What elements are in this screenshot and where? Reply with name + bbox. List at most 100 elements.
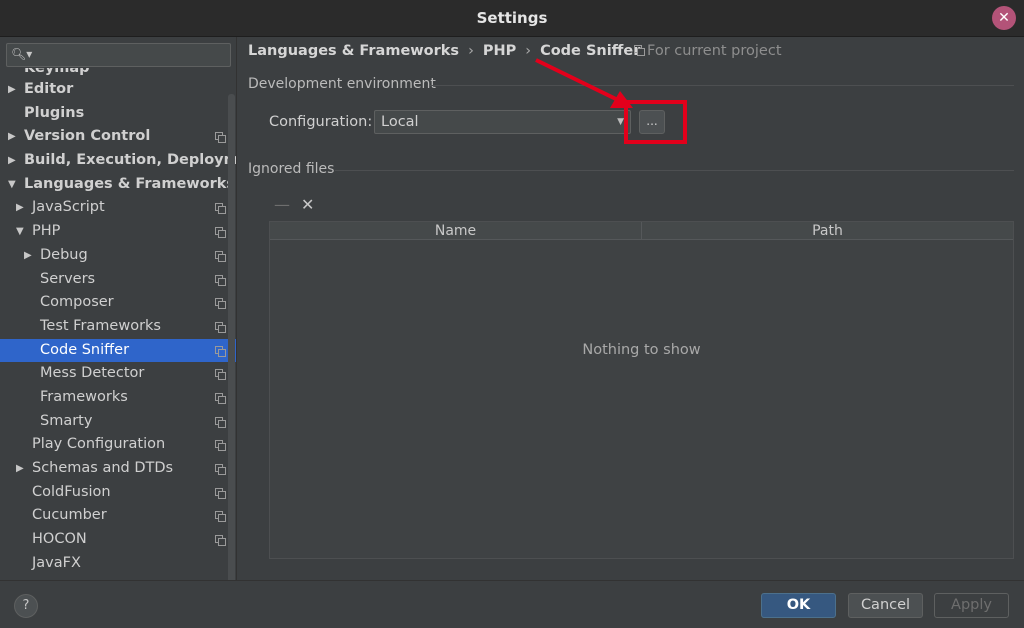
configuration-value: Local <box>381 114 419 130</box>
copy-icon <box>215 511 226 523</box>
copy-icon <box>215 203 226 215</box>
breadcrumb-item[interactable]: PHP <box>483 43 516 59</box>
sidebar-scrollbar[interactable] <box>228 94 235 580</box>
sidebar-item-label: PHP <box>32 223 61 240</box>
highlight-box <box>624 100 687 144</box>
sidebar-item-label: Smarty <box>40 412 93 429</box>
ok-button[interactable]: OK <box>761 593 836 618</box>
copy-icon <box>215 227 226 239</box>
collapsed-arrow-icon[interactable]: ▶ <box>24 244 32 268</box>
settings-sidebar: 🔍︎▾ Keymap ▶ Editor Plugins ▶ Version Control… <box>0 37 237 580</box>
search-input[interactable]: 🔍︎▾ <box>6 43 231 67</box>
close-icon: ✕ <box>998 10 1010 26</box>
settings-content: Languages & Frameworks › PHP › Code Sniffer … <box>238 37 1024 580</box>
copy-icon <box>215 535 226 547</box>
sidebar-item-label: Version Control <box>24 128 151 145</box>
breadcrumb: Languages & Frameworks › PHP › Code Sniffer <box>248 43 640 59</box>
copy-icon <box>215 464 226 475</box>
sidebar-item-label: JavaScript <box>32 199 105 216</box>
sidebar-item[interactable]: HOCON <box>0 528 236 552</box>
sidebar-item-label: Build, Execution, Deployment <box>24 152 237 169</box>
sidebar-item[interactable]: ColdFusion <box>0 481 236 505</box>
collapsed-arrow-icon[interactable]: ▶ <box>8 149 16 173</box>
sidebar-item-label: Cucumber <box>32 507 107 524</box>
sidebar-item-label: Servers <box>40 270 96 287</box>
column-header-name[interactable]: Name <box>270 222 642 240</box>
sidebar-item-label: Plugins <box>24 104 85 121</box>
sidebar-item-label: JavaFX <box>32 554 81 571</box>
section-divider <box>335 170 1014 171</box>
sidebar-item-label: Play Configuration <box>32 436 166 453</box>
sidebar-item[interactable]: Servers <box>0 268 236 292</box>
sidebar-item-label: ColdFusion <box>32 483 111 500</box>
sidebar-item[interactable]: Smarty <box>0 410 236 434</box>
copy-icon <box>215 274 226 286</box>
sidebar-item[interactable]: ▼ Languages & Frameworks <box>0 173 236 197</box>
sidebar-item-label: Frameworks <box>40 388 128 405</box>
scope-label: For current project <box>647 43 782 59</box>
expanded-arrow-icon[interactable]: ▼ <box>8 173 16 197</box>
window-title: Settings <box>476 9 548 27</box>
section-divider <box>430 85 1014 86</box>
collapsed-arrow-icon[interactable]: ▶ <box>8 78 16 102</box>
clear-icon[interactable]: ✕ <box>301 195 314 214</box>
sidebar-item-label: Languages & Frameworks <box>24 175 236 192</box>
sidebar-item-label: Code Sniffer <box>40 341 130 358</box>
sidebar-item[interactable]: Code Sniffer <box>0 338 236 363</box>
section-title-dev-env: Development environment <box>248 76 436 92</box>
sidebar-item[interactable]: ▶ Version Control <box>0 125 236 149</box>
sidebar-item-label: Schemas and DTDs <box>32 460 174 476</box>
copy-icon <box>215 369 226 381</box>
sidebar-item-label: Editor <box>24 81 74 97</box>
sidebar-item[interactable]: Keymap <box>0 68 236 78</box>
collapsed-arrow-icon[interactable]: ▶ <box>16 457 24 481</box>
table-header: Name Path <box>270 222 1013 240</box>
apply-button[interactable]: Apply <box>934 593 1009 618</box>
sidebar-item[interactable]: Mess Detector <box>0 362 236 386</box>
scope-indicator: For current project <box>634 43 782 59</box>
title-bar: Settings ✕ <box>0 0 1024 37</box>
sidebar-item[interactable]: Plugins <box>0 102 236 126</box>
collapsed-arrow-icon[interactable]: ▶ <box>8 125 16 149</box>
expanded-arrow-icon[interactable]: ▼ <box>16 220 24 244</box>
copy-icon <box>215 321 226 333</box>
copy-icon <box>215 416 226 428</box>
breadcrumb-separator: › <box>468 43 474 59</box>
copy-icon <box>215 345 226 357</box>
sidebar-item-label: Test Frameworks <box>40 317 161 334</box>
sidebar-item[interactable]: Frameworks <box>0 386 236 410</box>
help-button[interactable]: ? <box>14 594 38 618</box>
section-title-ignored: Ignored files <box>248 161 335 177</box>
sidebar-item[interactable]: JavaFX <box>0 552 236 576</box>
breadcrumb-item: Code Sniffer <box>540 43 641 59</box>
dialog-button-bar: ? OK Cancel Apply <box>0 580 1024 628</box>
copy-icon <box>215 132 226 144</box>
sidebar-item[interactable]: ▶ Editor <box>0 78 236 102</box>
column-header-path[interactable]: Path <box>642 222 1013 240</box>
breadcrumb-item[interactable]: Languages & Frameworks <box>248 43 459 59</box>
close-button[interactable]: ✕ <box>992 6 1016 30</box>
copy-icon <box>215 440 226 452</box>
sidebar-item[interactable]: ▶ Debug <box>0 244 236 268</box>
chevron-down-icon: ▼ <box>617 117 624 127</box>
search-icon: 🔍︎▾ <box>11 47 33 61</box>
sidebar-item[interactable]: Composer <box>0 291 236 315</box>
collapsed-arrow-icon[interactable]: ▶ <box>16 196 24 220</box>
sidebar-item[interactable]: ▶ Schemas and DTDs <box>0 457 236 481</box>
breadcrumb-separator: › <box>525 43 532 59</box>
sidebar-item[interactable]: Play Configuration <box>0 433 236 457</box>
sidebar-item[interactable]: Test Frameworks <box>0 315 236 339</box>
copy-icon <box>215 298 226 310</box>
sidebar-item-label: Debug <box>40 246 88 263</box>
sidebar-item[interactable]: ▶ JavaScript <box>0 196 236 220</box>
remove-icon[interactable]: — <box>274 195 290 214</box>
cancel-button[interactable]: Cancel <box>848 593 923 618</box>
settings-tree: Keymap ▶ Editor Plugins ▶ Version Control ▶ Bui… <box>0 68 237 576</box>
sidebar-item[interactable]: Cucumber <box>0 504 236 528</box>
copy-icon <box>215 250 226 262</box>
sidebar-item[interactable]: ▶ Build, Execution, Deployment <box>0 149 237 173</box>
configuration-select[interactable]: Local ▼ <box>374 110 631 134</box>
configuration-label: Configuration: <box>269 114 373 130</box>
empty-state-text: Nothing to show <box>582 342 701 358</box>
sidebar-item[interactable]: ▼ PHP <box>0 220 236 244</box>
